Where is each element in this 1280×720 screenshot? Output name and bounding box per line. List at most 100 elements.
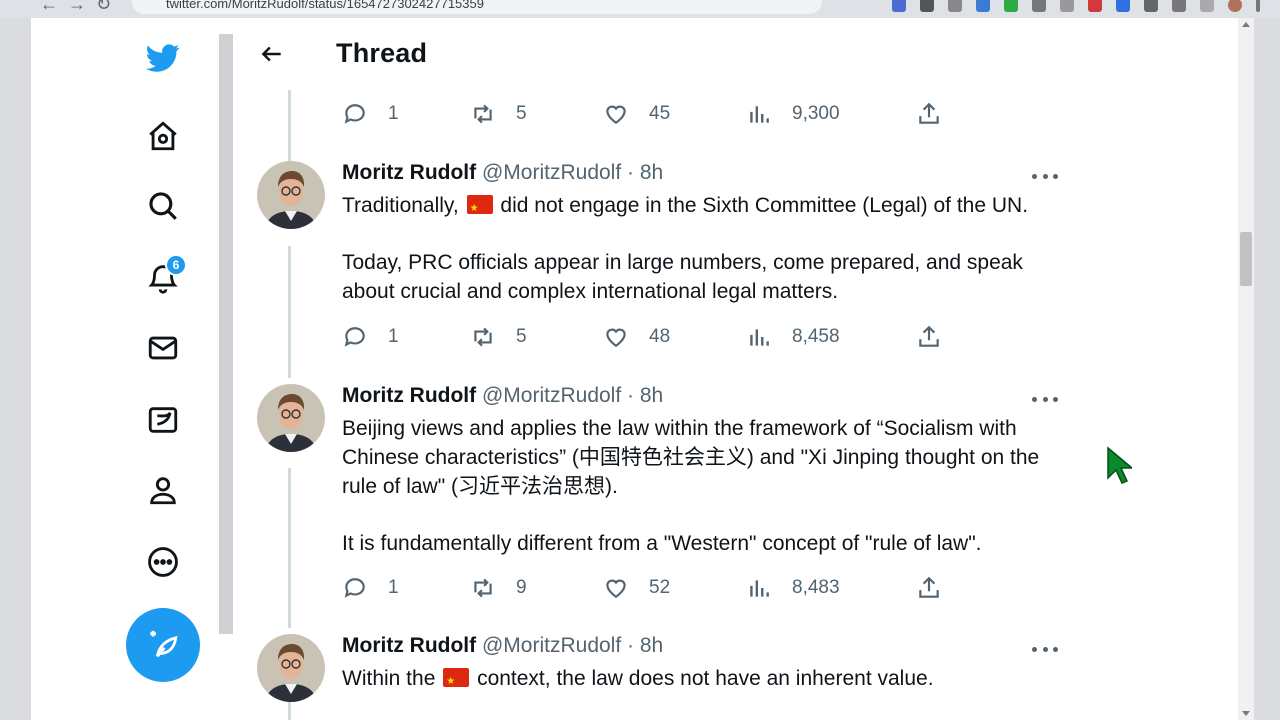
tweet-actions: 1 9 52 8,483	[342, 573, 942, 603]
tweet-time[interactable]: · 8h	[627, 634, 663, 657]
kebab-menu-icon[interactable]	[1256, 0, 1260, 12]
back-button[interactable]	[254, 36, 290, 72]
reply-button[interactable]: 1	[342, 322, 399, 352]
window-frame-right	[1254, 18, 1280, 720]
search-icon[interactable]	[141, 184, 185, 228]
reply-count: 1	[388, 577, 399, 598]
media-icon[interactable]	[1172, 0, 1186, 12]
lists-icon[interactable]	[141, 398, 185, 442]
views-button[interactable]: 9,300	[746, 99, 840, 129]
tweet-actions: 1 5 45 9,300	[342, 99, 942, 129]
page-scrollbar[interactable]	[1238, 18, 1254, 720]
mouse-cursor-icon	[1107, 446, 1132, 484]
author-handle[interactable]: @MoritzRudolf	[482, 384, 621, 407]
views-button[interactable]: 8,458	[746, 322, 840, 352]
reply-button[interactable]: 1	[342, 99, 399, 129]
left-navigation: 6	[31, 18, 221, 720]
tweet-text: Within the context, the law does not hav…	[342, 664, 1062, 696]
retweet-icon	[474, 327, 492, 347]
like-button[interactable]: 52	[603, 573, 670, 603]
tweet-text-part: Traditionally,	[342, 194, 459, 217]
extension-icon[interactable]	[1116, 0, 1130, 12]
thread-connector	[288, 468, 291, 628]
heart-icon	[606, 328, 626, 347]
views-chart-icon	[750, 106, 769, 123]
compose-feather-icon	[150, 630, 178, 658]
heart-icon	[606, 105, 626, 124]
extension-icon[interactable]	[892, 0, 906, 12]
more-options-icon[interactable]	[1032, 389, 1058, 409]
profile-icon[interactable]	[141, 468, 185, 512]
thread-connector	[288, 246, 291, 378]
share-button[interactable]	[916, 322, 962, 352]
reply-icon	[344, 578, 365, 598]
tweet-paragraph: Beijing views and applies the law within…	[342, 417, 1040, 498]
puzzle-icon[interactable]	[1144, 0, 1158, 12]
retweet-count: 5	[516, 326, 527, 347]
retweet-button[interactable]: 9	[470, 573, 527, 603]
bell-icon[interactable]: 6	[141, 254, 187, 300]
retweet-button[interactable]: 5	[470, 99, 527, 129]
views-chart-icon	[750, 580, 769, 597]
author-handle[interactable]: @MoritzRudolf	[482, 634, 621, 657]
view-count: 8,483	[792, 577, 840, 598]
author-handle[interactable]: @MoritzRudolf	[482, 161, 621, 184]
home-icon[interactable]	[141, 114, 185, 158]
mail-icon[interactable]	[141, 326, 185, 370]
tweet-text: Traditionally, did not engage in the Six…	[342, 191, 1062, 306]
views-button[interactable]: 8,483	[746, 573, 840, 603]
extensions-bar	[892, 0, 1260, 12]
share-button[interactable]	[916, 573, 962, 603]
tweet-text-part: context, the law does not have an inhere…	[477, 667, 934, 690]
address-bar[interactable]: twitter.com/MoritzRudolf/status/16547273…	[132, 0, 822, 14]
reply-count: 1	[388, 326, 399, 347]
more-options-icon[interactable]	[1032, 639, 1058, 659]
retweet-button[interactable]: 5	[470, 322, 527, 352]
scroll-down-icon[interactable]	[1242, 711, 1250, 716]
extension-icon[interactable]	[920, 0, 934, 12]
tweet-text: Beijing views and applies the law within…	[342, 414, 1062, 558]
browser-nav-arrows[interactable]: ←→↻	[40, 0, 121, 15]
share-icon	[919, 102, 939, 124]
share-icon	[919, 325, 939, 347]
twitter-logo-icon[interactable]	[141, 36, 185, 80]
profile-avatar-icon[interactable]	[1228, 0, 1242, 12]
like-button[interactable]: 48	[603, 322, 670, 352]
tweet-time[interactable]: · 8h	[627, 161, 663, 184]
extension-icon[interactable]	[1032, 0, 1046, 12]
like-button[interactable]: 45	[603, 99, 670, 129]
scrollbar-thumb[interactable]	[1240, 232, 1252, 286]
author-name[interactable]: Moritz Rudolf	[342, 161, 476, 184]
page-title: Thread	[336, 38, 428, 68]
view-count: 8,458	[792, 326, 840, 347]
avatar[interactable]	[257, 161, 325, 229]
scroll-up-icon[interactable]	[1242, 22, 1250, 27]
avatar[interactable]	[257, 384, 325, 452]
author-name[interactable]: Moritz Rudolf	[342, 634, 476, 657]
tweet-text-part: did not engage in the Sixth Committee (L…	[500, 194, 1029, 217]
like-count: 48	[649, 326, 671, 347]
avatar[interactable]	[257, 634, 325, 702]
extension-icon[interactable]	[1060, 0, 1074, 12]
reply-icon	[344, 327, 365, 347]
split-view-icon[interactable]	[1200, 0, 1214, 12]
tweet-paragraph: Today, PRC officials appear in large num…	[342, 251, 1023, 303]
extension-icon[interactable]	[976, 0, 990, 12]
reply-button[interactable]: 1	[342, 573, 399, 603]
tweet-text-part: Within the	[342, 667, 436, 690]
tweet-time[interactable]: · 8h	[627, 384, 663, 407]
nav-scroll-gutter	[219, 34, 233, 634]
more-options-icon[interactable]	[1032, 166, 1058, 186]
extension-icon[interactable]	[1004, 0, 1018, 12]
thread-connector	[288, 702, 291, 720]
tweet-header: Moritz Rudolf @MoritzRudolf · 8h	[342, 384, 663, 408]
extension-icon[interactable]	[948, 0, 962, 12]
more-circle-icon[interactable]	[141, 540, 185, 584]
extension-icon[interactable]	[1088, 0, 1102, 12]
like-count: 45	[649, 103, 671, 124]
compose-tweet-button[interactable]	[126, 608, 200, 682]
thread-column: 1 5 45 9,300 Moritz Rudolf @MoritzRudolf…	[234, 18, 1074, 720]
share-button[interactable]	[916, 99, 962, 129]
author-name[interactable]: Moritz Rudolf	[342, 384, 476, 407]
notifications-badge: 6	[165, 254, 187, 276]
